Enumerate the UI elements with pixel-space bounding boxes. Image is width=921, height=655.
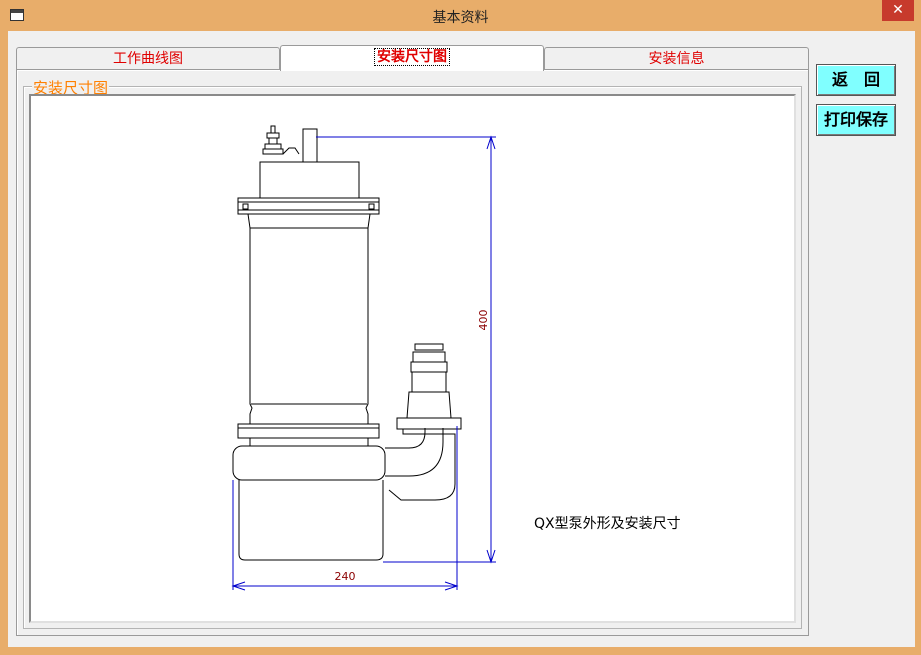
tab-panel: 安装尺寸图 400 240 QX型泵外形及安装尺寸 (16, 69, 809, 636)
dimension-lines (231, 135, 496, 591)
tab-work-curve[interactable]: 工作曲线图 (16, 47, 280, 70)
print-save-button[interactable]: 打印保存 (816, 104, 896, 136)
tab-install-info[interactable]: 安装信息 (544, 47, 809, 70)
dimension-groupbox: 安装尺寸图 400 240 QX型泵外形及安装尺寸 (23, 77, 802, 629)
client-area: 工作曲线图 安装尺寸图 安装信息 安装尺寸图 400 240 QX型泵外形及安装… (8, 31, 915, 647)
tab-label: 工作曲线图 (113, 51, 183, 67)
window-title: 基本资料 (432, 10, 489, 26)
tab-label: 安装信息 (648, 51, 705, 67)
pump-drawing-svg: 400 240 QX型泵外形及安装尺寸 (231, 125, 681, 591)
title-bar[interactable]: 基本资料 ✕ (0, 0, 921, 31)
back-button[interactable]: 返 回 (816, 64, 896, 96)
width-dimension-label: 240 (335, 570, 356, 583)
dimension-drawing: 400 240 QX型泵外形及安装尺寸 (29, 94, 796, 623)
tab-label: 安装尺寸图 (374, 48, 450, 66)
drawing-caption: QX型泵外形及安装尺寸 (534, 516, 681, 532)
close-button[interactable]: ✕ (882, 0, 914, 21)
height-dimension-label: 400 (477, 310, 490, 331)
pump-outline (232, 125, 462, 561)
tab-install-dimension[interactable]: 安装尺寸图 (280, 45, 544, 71)
